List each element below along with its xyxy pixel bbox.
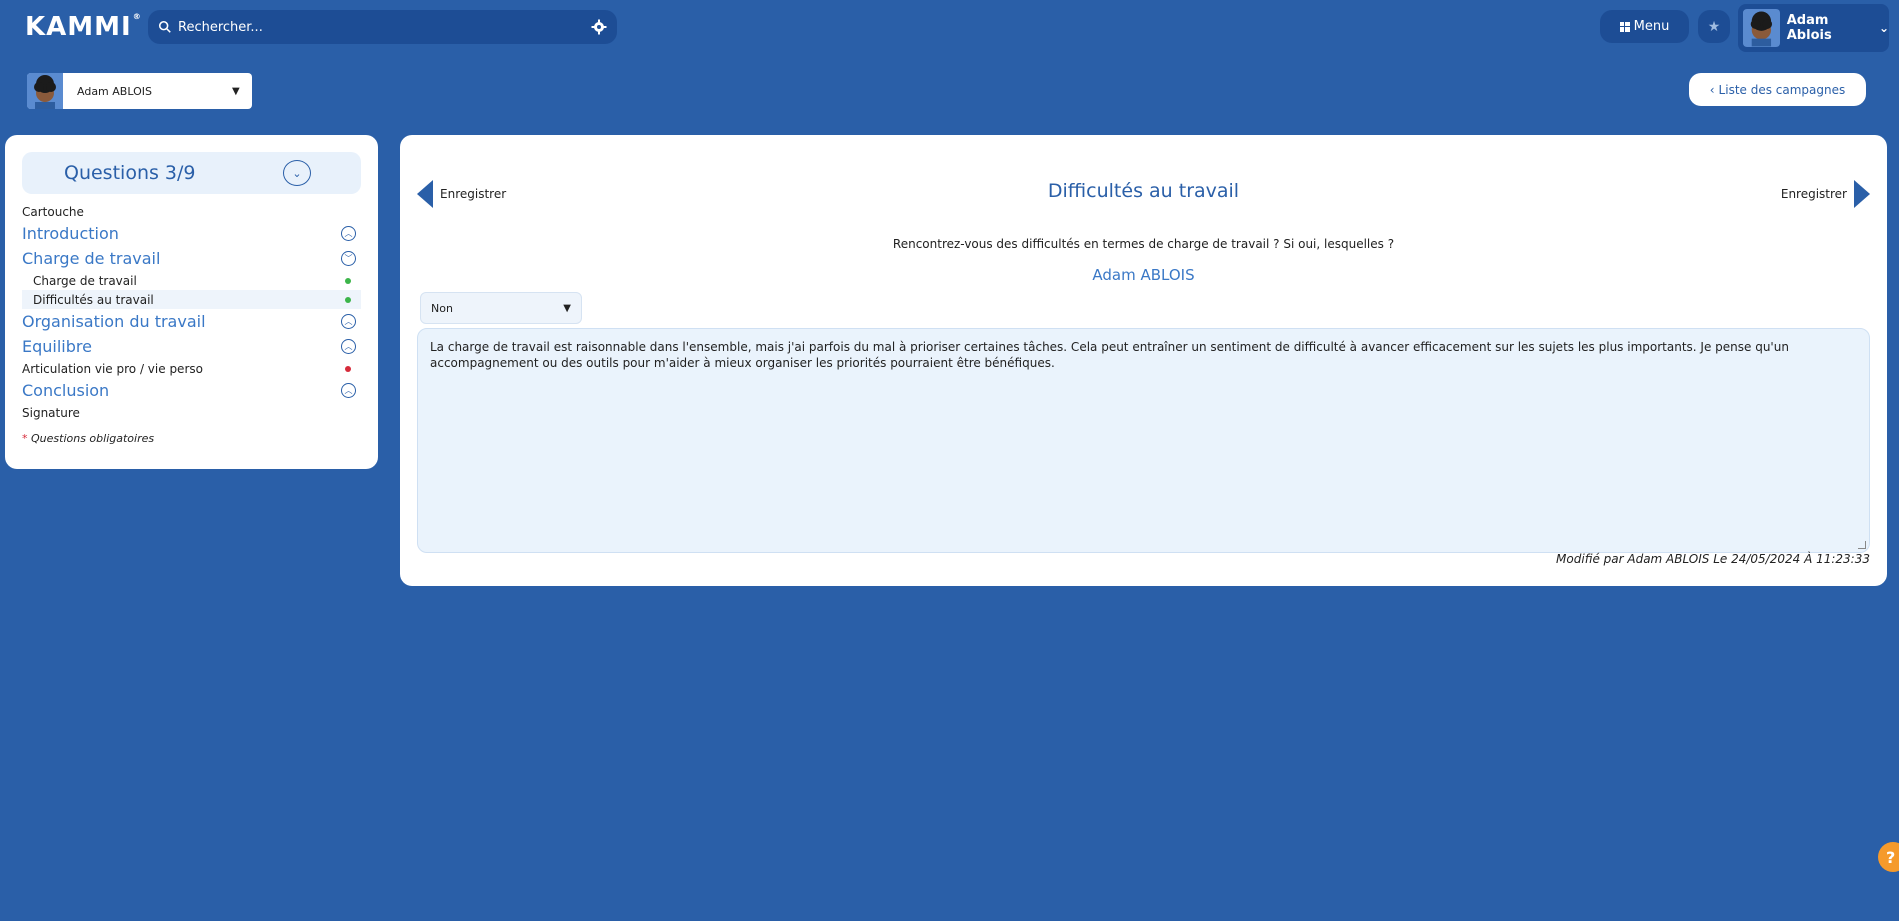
chevron-down-icon[interactable]: ⌄ bbox=[283, 160, 311, 186]
sidebar-section[interactable]: Organisation du travail ︿ bbox=[22, 309, 361, 334]
question-text: Rencontrez-vous des difficultés en terme… bbox=[892, 237, 1395, 251]
gear-icon[interactable] bbox=[591, 19, 607, 35]
sidebar-item-label: Conclusion bbox=[22, 381, 110, 400]
chevron-up-icon[interactable]: ︿ bbox=[341, 339, 356, 354]
questions-title: Questions 3/9 bbox=[64, 162, 196, 184]
avatar bbox=[27, 73, 63, 109]
campaign-list-label: Liste des campagnes bbox=[1718, 82, 1846, 97]
kammi-logo[interactable]: KAMMI® bbox=[25, 12, 142, 42]
sidebar-item-label: Equilibre bbox=[22, 337, 92, 356]
chevron-down-icon: ⌄ bbox=[1878, 21, 1889, 35]
questions-nav: Cartouche Introduction ︿ Charge de travail ﹀… bbox=[22, 202, 361, 422]
search-bar[interactable]: Rechercher... bbox=[148, 10, 617, 44]
question-title: Difficultés au travail bbox=[1047, 180, 1240, 202]
questions-header[interactable]: Questions 3/9 ⌄ bbox=[22, 152, 361, 194]
answer-text: La charge de travail est raisonnable dan… bbox=[430, 340, 1789, 370]
sidebar-section[interactable]: Introduction ︿ bbox=[22, 221, 361, 246]
help-label: ? bbox=[1886, 847, 1896, 867]
resize-handle[interactable] bbox=[1858, 541, 1866, 549]
chevron-down-icon[interactable]: ﹀ bbox=[341, 251, 356, 266]
grid-icon bbox=[1619, 21, 1630, 32]
sidebar-section[interactable]: Conclusion ︿ bbox=[22, 378, 361, 403]
sidebar-item-label: Articulation vie pro / vie perso bbox=[22, 361, 203, 376]
sidebar-item[interactable]: Articulation vie pro / vie perso bbox=[22, 359, 361, 378]
sidebar-item[interactable]: Charge de travail bbox=[22, 271, 361, 290]
chevron-up-icon[interactable]: ︿ bbox=[341, 226, 356, 241]
next-label: Enregistrer bbox=[1780, 187, 1847, 201]
sidebar-item-label: Cartouche bbox=[22, 204, 84, 219]
legend-text: Questions obligatoires bbox=[31, 432, 155, 445]
sidebar-item-label: Introduction bbox=[22, 224, 119, 243]
favorites-button[interactable]: ★ bbox=[1698, 10, 1730, 43]
status-dot bbox=[345, 277, 351, 284]
user-name: Adam Ablois bbox=[1786, 13, 1832, 43]
avatar bbox=[1743, 9, 1780, 47]
chevron-down-icon: ▼ bbox=[563, 302, 571, 314]
user-menu-button[interactable]: Adam Ablois ⌄ bbox=[1738, 4, 1889, 52]
next-save-button[interactable]: Enregistrer bbox=[1781, 180, 1870, 208]
user-select[interactable]: Adam ABLOIS ▼ bbox=[27, 73, 252, 109]
mandatory-legend: * Questions obligatoires bbox=[22, 432, 361, 445]
sidebar-item-label: Difficultés au travail bbox=[33, 292, 154, 307]
questions-panel: Questions 3/9 ⌄ Cartouche Introduction ︿ Ch… bbox=[5, 135, 378, 469]
modified-info: Modifié par Adam ABLOIS Le 24/05/2024 À … bbox=[1556, 552, 1870, 566]
chevron-down-icon: ▼ bbox=[232, 85, 240, 97]
menu-label: Menu bbox=[1633, 19, 1670, 34]
user-select-value: Adam ABLOIS bbox=[77, 84, 152, 98]
status-dot bbox=[345, 296, 351, 303]
campaign-list-button[interactable]: ‹ Liste des campagnes bbox=[1689, 73, 1866, 106]
search-icon bbox=[158, 20, 171, 33]
sidebar-item-label: Charge de travail bbox=[33, 273, 137, 288]
search-input[interactable]: Rechercher... bbox=[178, 20, 591, 35]
chevron-up-icon[interactable]: ︿ bbox=[341, 383, 356, 398]
chevron-left-icon: ‹ bbox=[1709, 82, 1715, 97]
chevron-up-icon[interactable]: ︿ bbox=[341, 314, 356, 329]
question-panel: Enregistrer Difficultés au travail Enreg… bbox=[400, 135, 1887, 586]
answer-author: Adam ABLOIS bbox=[1092, 266, 1195, 284]
status-dot bbox=[345, 365, 351, 372]
menu-button[interactable]: Menu bbox=[1600, 10, 1689, 43]
sidebar-item-label: Signature bbox=[22, 405, 80, 420]
sidebar-item[interactable]: Cartouche bbox=[22, 202, 361, 221]
sidebar-item-label: Charge de travail bbox=[22, 249, 161, 268]
help-button[interactable]: ? bbox=[1878, 842, 1899, 872]
sidebar-item-label: Organisation du travail bbox=[22, 312, 206, 331]
arrow-right-icon bbox=[1854, 180, 1870, 208]
sidebar-item[interactable]: Signature bbox=[22, 403, 361, 422]
select-value: Non bbox=[431, 301, 453, 315]
sidebar-item[interactable]: Difficultés au travail bbox=[22, 290, 361, 309]
answer-textarea[interactable]: La charge de travail est raisonnable dan… bbox=[417, 328, 1870, 553]
star-icon: ★ bbox=[1707, 18, 1721, 35]
sidebar-section[interactable]: Equilibre ︿ bbox=[22, 334, 361, 359]
required-star: * bbox=[22, 432, 28, 445]
sidebar-section[interactable]: Charge de travail ﹀ bbox=[22, 246, 361, 271]
yes-no-select[interactable]: Non ▼ bbox=[420, 292, 582, 324]
